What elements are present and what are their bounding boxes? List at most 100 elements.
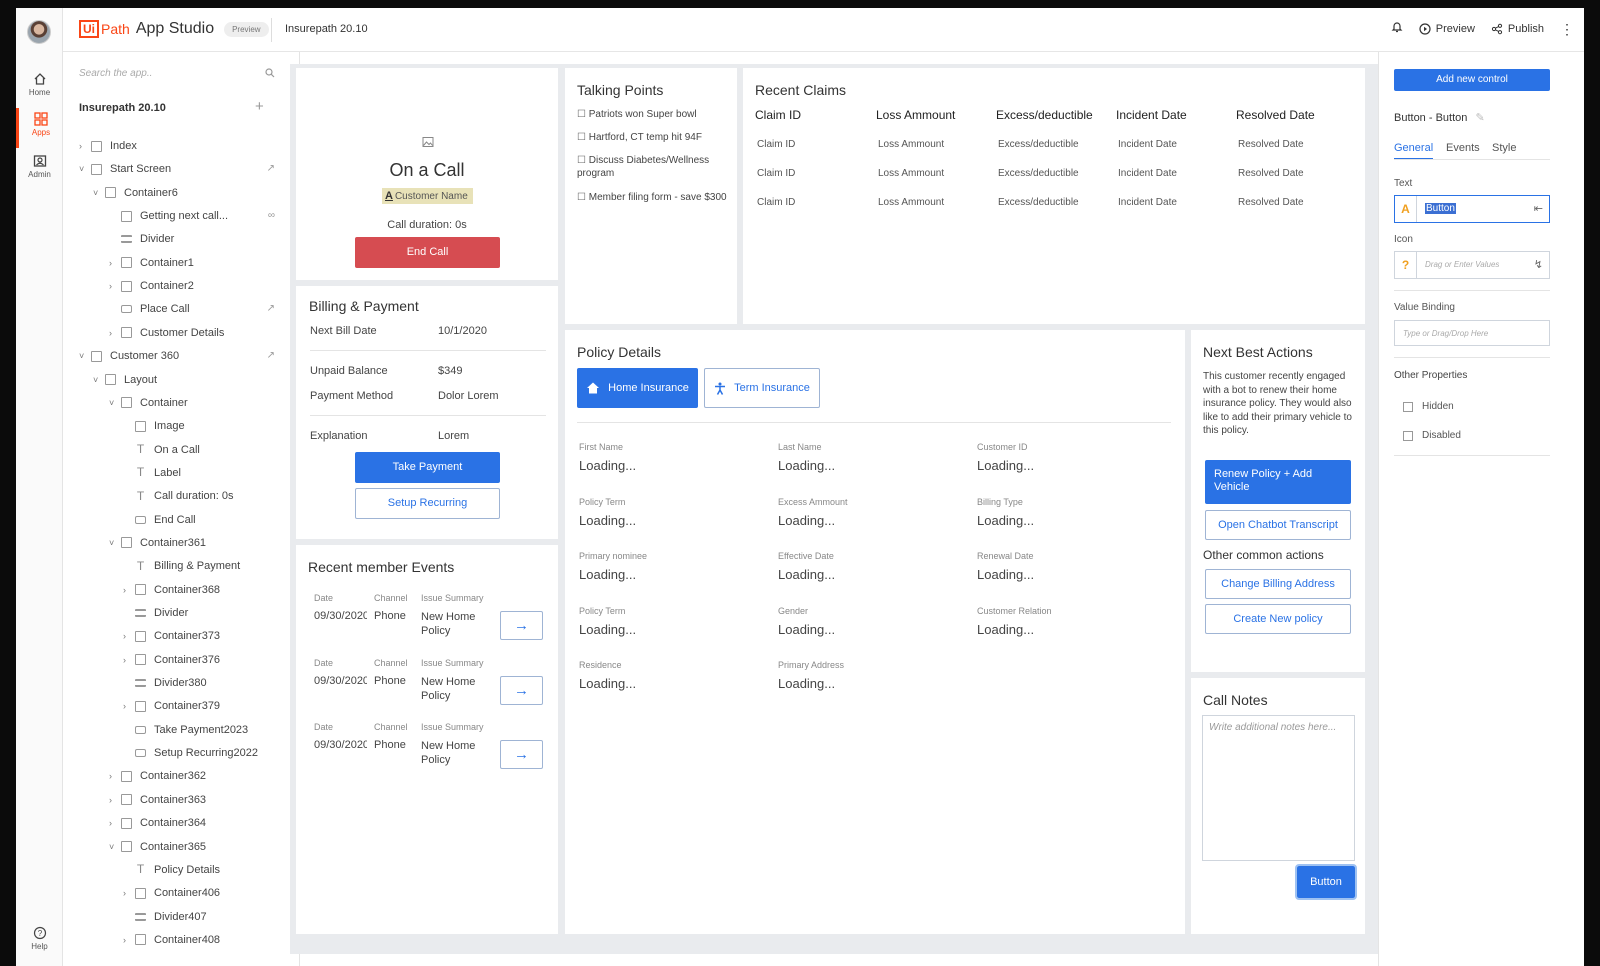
chevron-down-icon[interactable]: ˅ <box>79 164 91 174</box>
checkbox-box[interactable] <box>1403 430 1413 441</box>
chevron-right-icon[interactable]: › <box>109 281 121 291</box>
tree-item[interactable]: Image <box>123 416 275 436</box>
link-icon[interactable]: ∞ <box>268 210 275 221</box>
tab-general[interactable]: General <box>1394 142 1434 160</box>
icon-property-field[interactable]: ? Drag or Enter Values ↯ <box>1394 251 1550 279</box>
tab-events[interactable]: Events <box>1446 142 1480 154</box>
chevron-down-icon[interactable]: ˅ <box>109 398 121 408</box>
trend-icon[interactable]: ↗ <box>267 350 275 361</box>
recent-events-card[interactable]: Recent member Events Date Channel Issue Su… <box>296 545 558 934</box>
tree-item[interactable]: Place Call ↗ <box>109 299 275 319</box>
chevron-right-icon[interactable]: › <box>109 258 121 268</box>
chevron-right-icon[interactable]: › <box>123 935 135 945</box>
chevron-right-icon[interactable]: › <box>109 771 121 781</box>
tree-item[interactable]: › Container368 <box>123 580 275 600</box>
call-notes-textarea[interactable]: Write additional notes here... <box>1202 715 1355 861</box>
tree-item[interactable]: Divider <box>123 603 275 623</box>
tree-item[interactable]: ˅ Container365 <box>109 837 275 857</box>
more-menu-icon[interactable]: ⋮ <box>1560 22 1574 36</box>
tree-item[interactable]: Divider407 <box>123 907 275 927</box>
tree-item[interactable]: T Call duration: 0s <box>123 486 275 506</box>
publish-button[interactable]: Publish <box>1491 23 1544 35</box>
chevron-right-icon[interactable]: › <box>109 818 121 828</box>
chevron-right-icon[interactable]: › <box>123 888 135 898</box>
tree-item[interactable]: Getting next call... ∞ <box>109 206 275 226</box>
tree-item[interactable]: ˅ Container361 <box>109 533 275 553</box>
chevron-right-icon[interactable]: › <box>109 795 121 805</box>
arrow-right-icon[interactable]: → <box>500 611 543 640</box>
tree-item[interactable]: End Call <box>123 510 275 530</box>
text-property-field[interactable]: A Button ⇤ <box>1394 195 1550 223</box>
talking-points-card[interactable]: Talking Points ☐ Patriots won Super bowl… <box>565 68 737 324</box>
chevron-right-icon[interactable]: › <box>123 701 135 711</box>
tree-item[interactable]: ˅ Container <box>109 393 275 413</box>
renew-policy-button[interactable]: Renew Policy + Add Vehicle <box>1205 460 1351 504</box>
rail-help[interactable]: ? Help <box>16 922 63 962</box>
chevron-down-icon[interactable]: ˅ <box>93 188 105 198</box>
tree-item[interactable]: › Customer Details <box>109 323 275 343</box>
on-call-card[interactable]: On a Call A Customer Name Call duration: … <box>296 68 558 280</box>
chevron-right-icon[interactable]: › <box>79 141 91 151</box>
arrow-right-icon[interactable]: → <box>500 675 543 705</box>
create-policy-button[interactable]: Create New policy <box>1205 604 1351 634</box>
change-billing-button[interactable]: Change Billing Address <box>1205 569 1351 599</box>
end-call-button[interactable]: End Call <box>355 237 500 268</box>
tree-item[interactable]: › Container408 <box>123 930 275 950</box>
bell-icon[interactable] <box>1391 21 1403 37</box>
tree-item[interactable]: › Container363 <box>109 790 275 810</box>
tree-item[interactable]: ˅ Start Screen ↗ <box>79 159 275 179</box>
tree-item[interactable]: › Container376 <box>123 650 275 670</box>
notes-submit-button[interactable]: Button <box>1295 864 1357 900</box>
add-new-control-button[interactable]: Add new control <box>1394 69 1550 91</box>
trend-icon[interactable]: ↗ <box>267 163 275 174</box>
tree-search-input[interactable]: Search the app.. <box>79 68 275 84</box>
chevron-right-icon[interactable]: › <box>123 655 135 665</box>
tree-item[interactable]: T Policy Details <box>123 860 275 880</box>
tree-item[interactable]: T On a Call <box>123 440 275 460</box>
preview-button[interactable]: Preview <box>1419 23 1475 35</box>
rail-apps[interactable]: Apps <box>16 108 63 148</box>
tree-item[interactable]: ˅ Container6 <box>93 183 275 203</box>
chevron-right-icon[interactable]: › <box>109 328 121 338</box>
tree-item[interactable]: › Index <box>79 136 275 156</box>
rail-admin[interactable]: Admin <box>16 150 63 190</box>
tab-term-insurance[interactable]: Term Insurance <box>704 368 820 408</box>
tree-item[interactable]: Take Payment2023 <box>123 720 275 740</box>
tab-home-insurance[interactable]: Home Insurance <box>577 368 698 408</box>
tree-item[interactable]: Setup Recurring2022 <box>123 743 275 763</box>
policy-details-card[interactable]: Policy Details Home Insurance Term Insur… <box>565 330 1185 934</box>
billing-card[interactable]: Billing & Payment Next Bill Date 10/1/20… <box>296 286 558 539</box>
tree-item[interactable]: › Container364 <box>109 813 275 833</box>
tree-item[interactable]: › Container362 <box>109 766 275 786</box>
chevron-down-icon[interactable]: ˅ <box>109 538 121 548</box>
setup-recurring-button[interactable]: Setup Recurring <box>355 488 500 519</box>
tree-item[interactable]: › Container379 <box>123 696 275 716</box>
chevron-right-icon[interactable]: › <box>123 631 135 641</box>
checkbox-box[interactable] <box>1403 401 1413 412</box>
tree-item[interactable]: › Container2 <box>109 276 275 296</box>
user-avatar[interactable] <box>27 20 51 44</box>
next-best-actions-card[interactable]: Next Best Actions This customer recently… <box>1191 330 1365 672</box>
disabled-checkbox[interactable]: Disabled <box>1403 430 1461 441</box>
icon-picker-icon[interactable]: ↯ <box>1534 258 1543 271</box>
tree-item[interactable]: T Label <box>123 463 275 483</box>
tree-item[interactable]: Divider380 <box>123 673 275 693</box>
expression-editor-icon[interactable]: ⇤ <box>1534 202 1543 215</box>
tab-style[interactable]: Style <box>1492 142 1516 154</box>
tree-item[interactable]: ˅ Layout <box>93 370 275 390</box>
add-page-icon[interactable]: + <box>255 98 264 115</box>
open-chatbot-button[interactable]: Open Chatbot Transcript <box>1205 510 1351 540</box>
recent-claims-card[interactable]: Recent Claims Claim ID Loss Ammount Excess… <box>743 68 1365 324</box>
value-binding-field[interactable]: Type or Drag/Drop Here <box>1394 320 1550 346</box>
chevron-down-icon[interactable]: ˅ <box>93 375 105 385</box>
tree-item[interactable]: Divider <box>109 229 275 249</box>
chevron-down-icon[interactable]: ˅ <box>109 842 121 852</box>
call-notes-card[interactable]: Call Notes Write additional notes here..… <box>1191 678 1365 934</box>
edit-pencil-icon[interactable]: ✎ <box>1475 112 1484 124</box>
hidden-checkbox[interactable]: Hidden <box>1403 401 1454 412</box>
arrow-right-icon[interactable]: → <box>500 740 543 769</box>
tree-item[interactable]: ˅ Customer 360 ↗ <box>79 346 275 366</box>
take-payment-button[interactable]: Take Payment <box>355 452 500 483</box>
rail-home[interactable]: Home <box>16 68 63 108</box>
tree-item[interactable]: › Container406 <box>123 883 275 903</box>
